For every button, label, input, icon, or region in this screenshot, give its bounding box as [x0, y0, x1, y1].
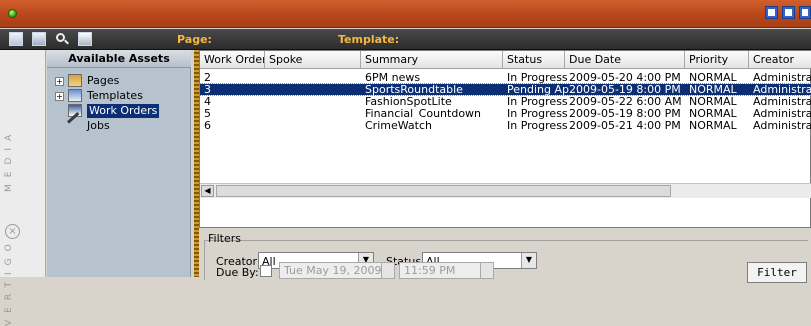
cell-priority: NORMAL [689, 108, 737, 119]
vertical-brand-strip: MEDIA × VERTIGO [0, 50, 46, 326]
restore-window-icon[interactable] [765, 6, 778, 19]
cell-status: In Progress [507, 72, 568, 83]
date-picker-dropdown-icon[interactable] [381, 262, 395, 279]
cell-creator: Administrator [753, 120, 811, 131]
title-bar [0, 0, 811, 28]
chevron-down-icon[interactable]: ▼ [521, 253, 536, 268]
cell-summary: Financial_Countdown [365, 108, 482, 119]
page-label: Page: [177, 33, 212, 46]
tree-label-templates: Templates [87, 89, 143, 102]
table-row[interactable]: 2 6PM news In Progress 2009-05-20 4:00 P… [200, 72, 811, 83]
cell-status: In Progress [507, 120, 568, 131]
cell-priority: NORMAL [689, 120, 737, 131]
cell-status: In Progress [507, 108, 568, 119]
toolbar: Page: Template: [0, 29, 811, 50]
cell-work-order: 3 [204, 84, 211, 95]
filter-button[interactable]: Filter [747, 262, 807, 283]
cell-creator: Administrator [753, 84, 811, 95]
column-header-due-date[interactable]: Due Date [565, 51, 685, 69]
due-time-input[interactable]: 11:59 PM [399, 262, 481, 279]
filters-title: Filters [208, 232, 241, 245]
close-window-icon[interactable] [799, 6, 811, 19]
cell-priority: NORMAL [689, 72, 737, 83]
table-row[interactable]: 5 Financial_Countdown In Progress 2009-0… [200, 108, 811, 119]
cell-priority: NORMAL [689, 96, 737, 107]
cell-due-date: 2009-05-19 8:00 PM [569, 84, 681, 95]
work-orders-table: Work Order Spoke Summary Status Due Date… [199, 50, 811, 228]
due-date-input[interactable]: Tue May 19, 2009 [279, 262, 382, 279]
expand-pages-icon[interactable]: + [55, 77, 64, 86]
column-header-creator[interactable]: Creator [749, 51, 811, 69]
due-by-checkbox[interactable] [260, 265, 272, 277]
column-header-summary[interactable]: Summary [361, 51, 503, 69]
pages-icon [68, 74, 82, 87]
column-header-spoke[interactable]: Spoke [265, 51, 361, 69]
cell-work-order: 4 [204, 96, 211, 107]
cell-due-date: 2009-05-20 4:00 PM [569, 72, 681, 83]
maximize-window-icon[interactable] [782, 6, 795, 19]
open-template-icon[interactable] [32, 32, 46, 46]
cell-summary: FashionSpotLite [365, 96, 452, 107]
cell-creator: Administrator [753, 72, 811, 83]
expand-templates-icon[interactable]: + [55, 92, 64, 101]
search-icon[interactable] [55, 32, 69, 46]
due-by-label: Due By: [216, 266, 259, 279]
cell-due-date: 2009-05-21 4:00 PM [569, 120, 681, 131]
cell-creator: Administrator [753, 108, 811, 119]
table-row[interactable]: 6 CrimeWatch In Progress 2009-05-21 4:00… [200, 120, 811, 131]
media-vertical-text: MEDIA [4, 127, 14, 192]
available-assets-panel: Available Assets + Pages + Templates Wor… [47, 50, 191, 277]
horizontal-scrollbar[interactable]: ◀ [200, 183, 811, 198]
available-assets-header: Available Assets [47, 50, 191, 68]
column-header-priority[interactable]: Priority [685, 51, 749, 69]
cell-work-order: 6 [204, 120, 211, 131]
vertigo-vertical-text: VERTIGO [4, 237, 14, 326]
app-icon [8, 9, 17, 18]
column-header-status[interactable]: Status [503, 51, 565, 69]
scroll-left-icon[interactable]: ◀ [201, 185, 214, 197]
cell-due-date: 2009-05-19 8:00 PM [569, 108, 681, 119]
scroll-thumb[interactable] [216, 185, 671, 197]
time-spinner-icon[interactable] [480, 262, 494, 279]
new-page-icon[interactable] [9, 32, 23, 46]
cell-due-date: 2009-05-22 6:00 AM [569, 96, 682, 107]
tree-label-work-orders: Work Orders [87, 104, 160, 118]
properties-icon[interactable] [78, 32, 92, 46]
filters-panel: Filters Creator: All ▼ Status: All ▼ Due… [199, 228, 811, 283]
table-row[interactable]: 4 FashionSpotLite In Progress 2009-05-22… [200, 96, 811, 107]
cell-summary: CrimeWatch [365, 120, 432, 131]
template-label: Template: [338, 33, 400, 46]
cell-work-order: 5 [204, 108, 211, 119]
templates-icon [68, 89, 82, 102]
tree-label-jobs: Jobs [87, 119, 110, 132]
cell-creator: Administrator [753, 96, 811, 107]
cell-priority: NORMAL [689, 84, 737, 95]
cell-work-order: 2 [204, 72, 211, 83]
cell-summary: SportsRoundtable [365, 84, 463, 95]
column-header-work-order[interactable]: Work Order [200, 51, 265, 69]
tree-label-pages: Pages [87, 74, 120, 87]
cell-summary: 6PM news [365, 72, 421, 83]
table-header: Work Order Spoke Summary Status Due Date… [200, 51, 811, 69]
cell-status: In Progress [507, 96, 568, 107]
table-row-selected[interactable]: 3 SportsRoundtable Pending Ap... 2009-05… [199, 83, 811, 96]
